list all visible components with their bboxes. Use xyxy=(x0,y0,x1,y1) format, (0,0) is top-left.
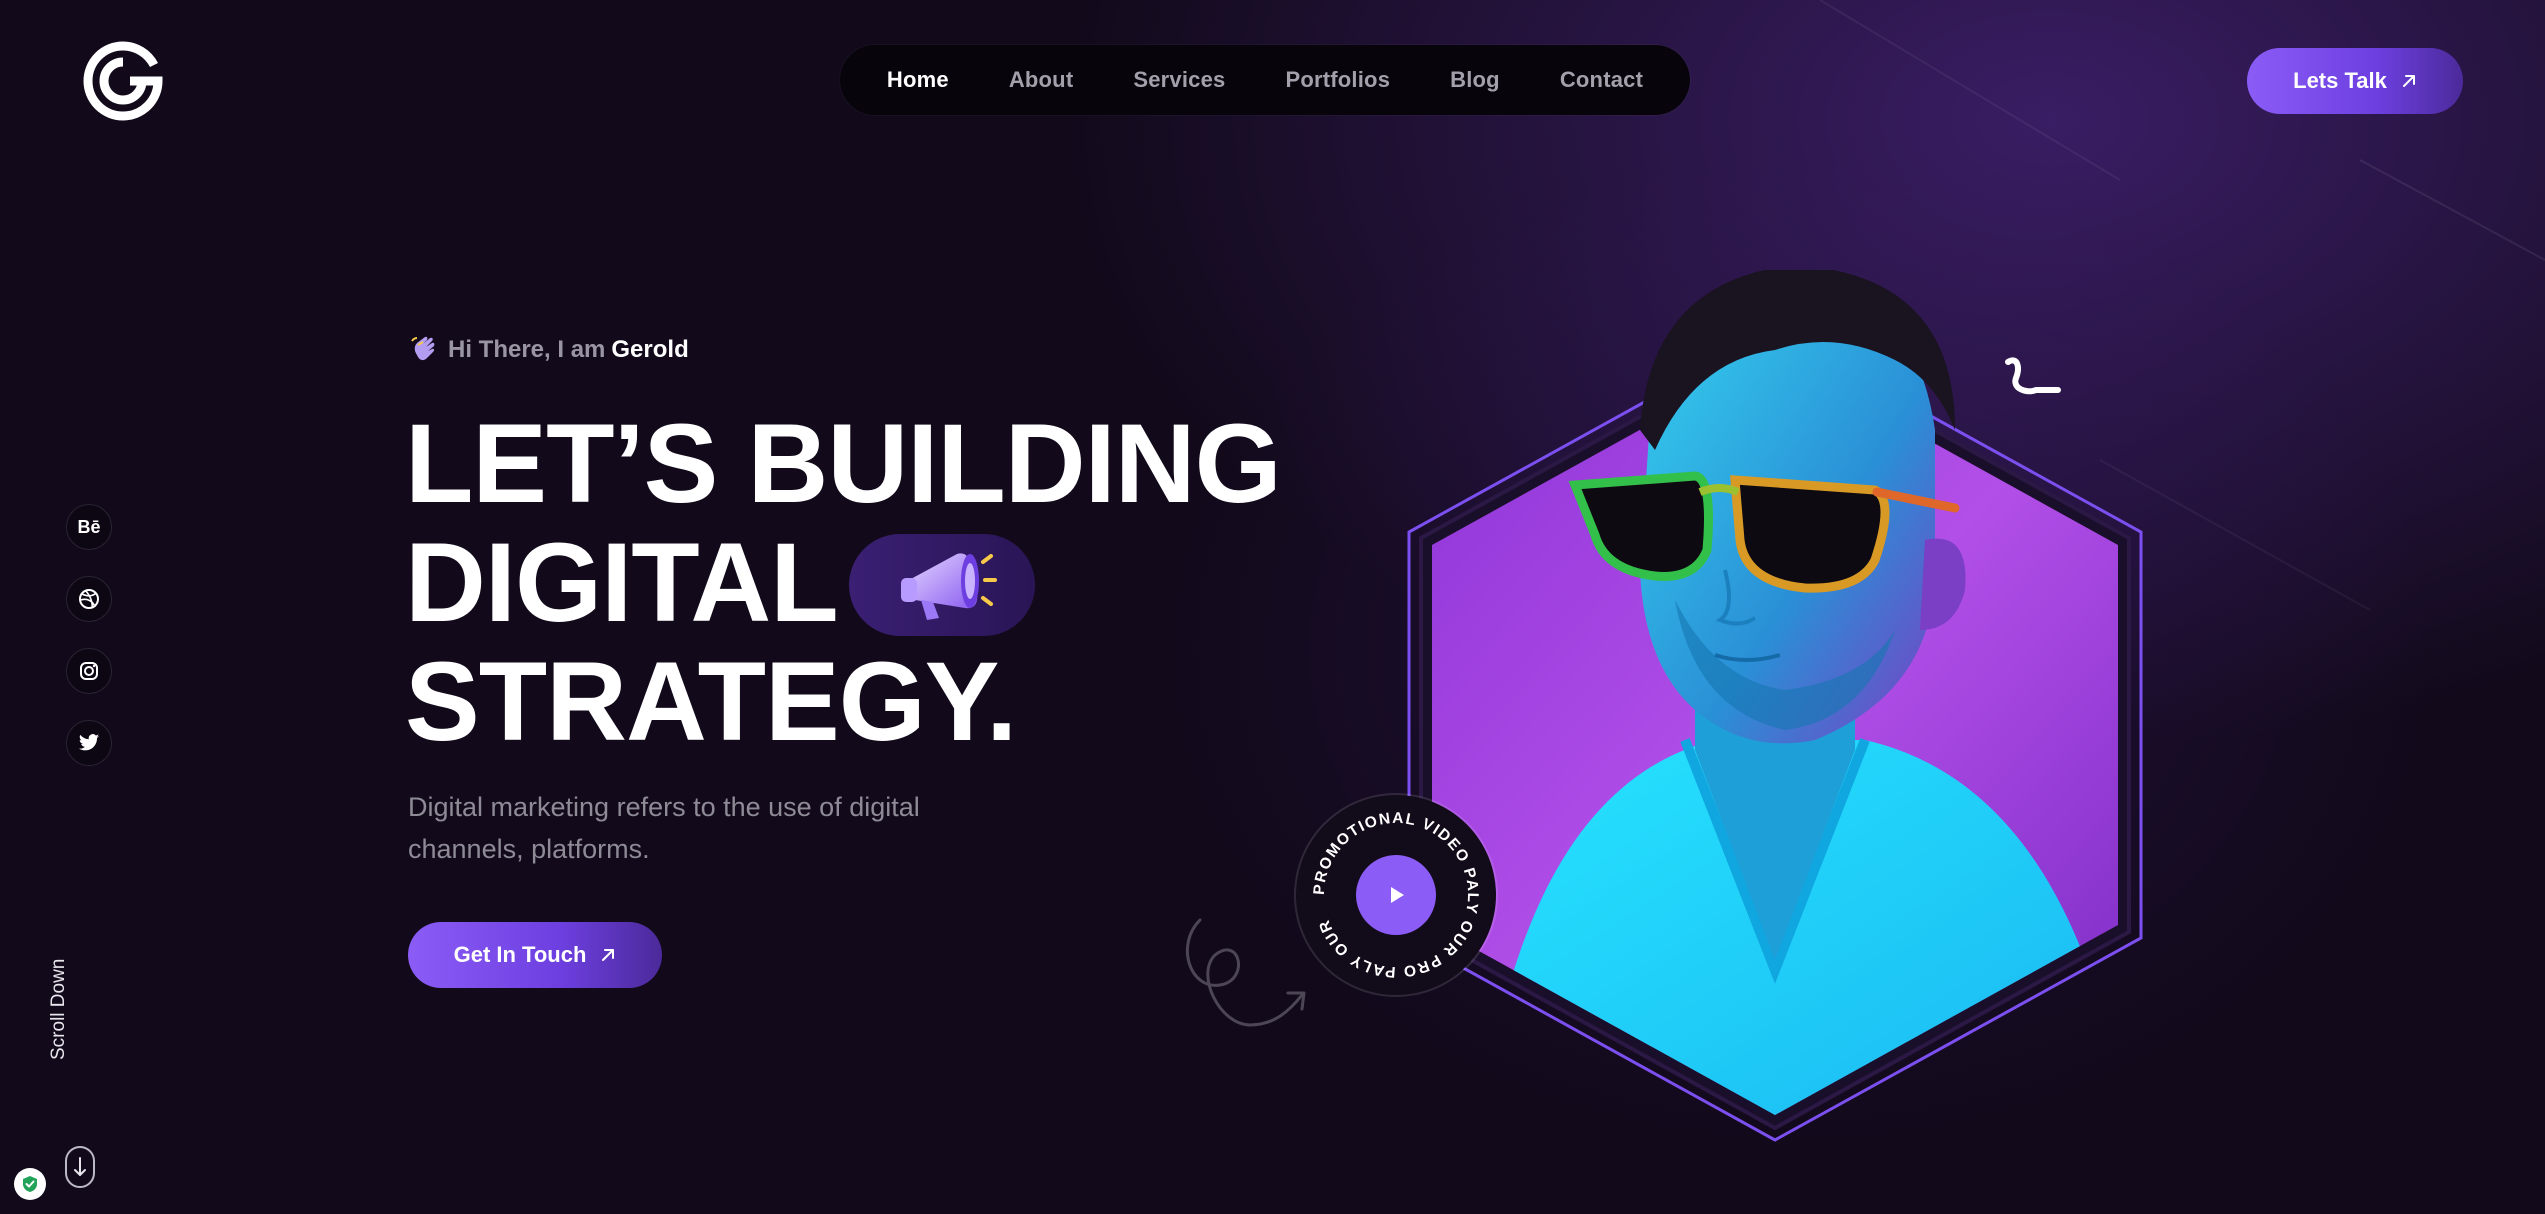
security-badge[interactable] xyxy=(14,1168,46,1200)
dribbble-link[interactable] xyxy=(66,576,112,622)
megaphone-icon xyxy=(901,553,997,620)
behance-link[interactable]: Bē xyxy=(66,504,112,550)
twitter-link[interactable] xyxy=(66,720,112,766)
greeting-prefix: Hi There, I am xyxy=(448,336,606,363)
greeting: Hi There, I am Gerold xyxy=(408,333,689,367)
hero-description: Digital marketing refers to the use of d… xyxy=(408,792,920,864)
arrow-up-right-icon xyxy=(602,949,615,961)
megaphone-badge xyxy=(849,534,1035,636)
nav-home[interactable]: Home xyxy=(887,67,949,93)
instagram-icon xyxy=(80,662,98,680)
nav-about[interactable]: About xyxy=(1009,67,1074,93)
get-in-touch-button[interactable]: Get In Touch xyxy=(408,922,662,988)
g-ring-logo-icon[interactable] xyxy=(80,38,166,124)
headline-line-1: LET’S BUILDING xyxy=(405,401,1282,526)
headline-line-3: STRATEGY. xyxy=(405,639,1017,764)
nav-portfolios[interactable]: Portfolios xyxy=(1285,67,1390,93)
lets-talk-label: Lets Talk xyxy=(2293,68,2387,93)
arrow-down-icon xyxy=(74,1157,86,1176)
dribbble-icon xyxy=(79,589,99,609)
twitter-icon xyxy=(78,734,100,751)
nav-contact[interactable]: Contact xyxy=(1560,67,1643,93)
play-icon xyxy=(1391,887,1404,903)
nav-blog[interactable]: Blog xyxy=(1450,67,1500,93)
social-links: Bē xyxy=(66,504,112,766)
arrow-up-right-icon xyxy=(2402,75,2415,87)
lets-talk-button[interactable]: Lets Talk xyxy=(2247,48,2463,114)
headline-line-2: DIGITAL xyxy=(405,520,839,645)
greeting-name: Gerold xyxy=(611,336,689,363)
main-nav: Home About Services Portfolios Blog Cont… xyxy=(840,45,1690,115)
get-in-touch-label: Get In Touch xyxy=(453,942,587,967)
waving-hand-icon xyxy=(411,336,435,361)
scroll-down-button[interactable] xyxy=(65,1146,95,1188)
nav-services[interactable]: Services xyxy=(1133,67,1225,93)
page: Home About Services Portfolios Blog Cont… xyxy=(0,0,2545,1214)
scroll-down-label: Scroll Down xyxy=(48,958,69,1060)
promo-video-badge[interactable]: PROMOTIONAL VIDEO PALY OUR PRO PALY OUR xyxy=(1296,795,1496,995)
behance-icon: Bē xyxy=(77,516,101,537)
instagram-link[interactable] xyxy=(66,648,112,694)
play-button[interactable] xyxy=(1356,855,1436,935)
portrait-hexagon xyxy=(1407,270,2143,1142)
shield-check-icon xyxy=(23,1176,37,1192)
